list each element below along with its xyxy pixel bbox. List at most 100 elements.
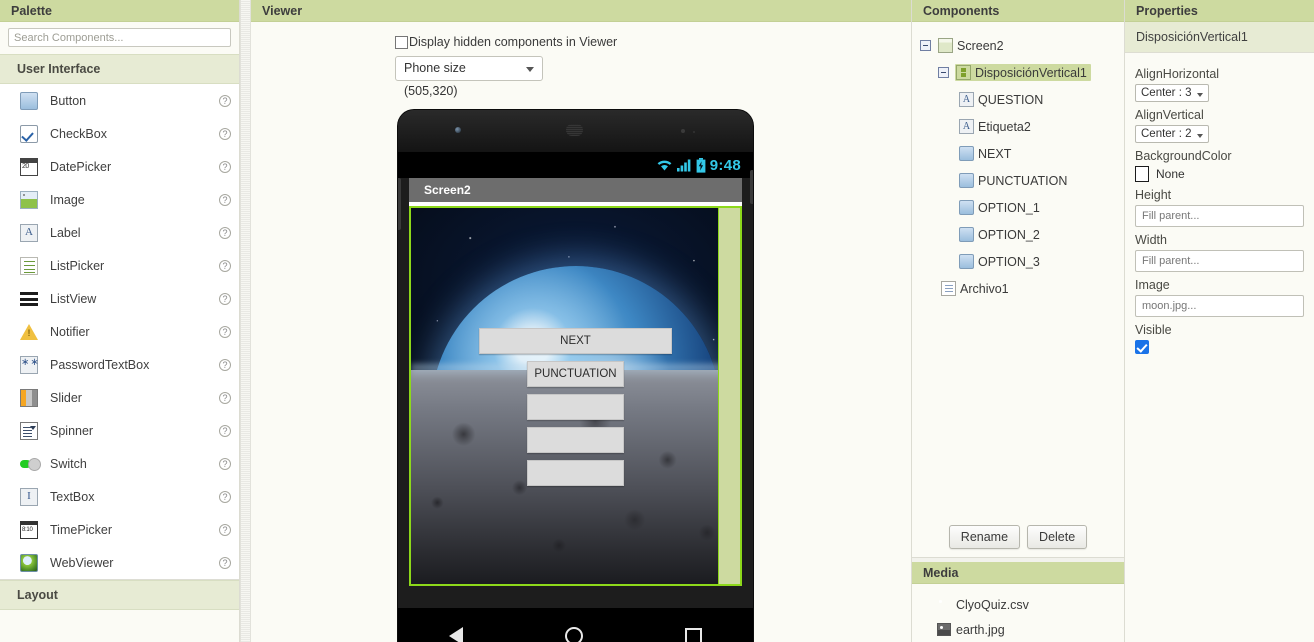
tree-node-disposicionvertical1[interactable]: DisposiciónVertical1 [912,59,1124,86]
switch-icon [20,455,41,473]
vertical-arrangement-selected[interactable]: NEXT PUNCTUATION [409,206,742,586]
help-icon[interactable]: ? [219,226,231,239]
tree-node-archivo1[interactable]: Archivo1 [912,275,1124,302]
palette-item-checkbox[interactable]: CheckBox ? [0,117,239,150]
listview-icon [20,290,38,308]
help-icon[interactable]: ? [219,127,231,140]
notifier-icon [20,323,38,341]
tree-node-option-2[interactable]: OPTION_2 [912,221,1124,248]
timepicker-icon [20,520,38,539]
palette-item-timepicker[interactable]: TimePicker ? [0,513,239,546]
help-icon[interactable]: ? [219,325,231,338]
help-icon[interactable]: ? [219,556,231,569]
viewer-button-option-3[interactable] [527,460,624,486]
media-list: ClyoQuiz.csv earth.jpg [912,584,1124,642]
screen-icon [938,38,953,53]
tree-node-label: QUESTION [978,92,1044,107]
display-hidden-components-checkbox[interactable] [395,35,408,49]
display-hidden-components-row[interactable]: Display hidden components in Viewer [395,35,617,49]
screen-canvas[interactable]: NEXT PUNCTUATION [409,202,742,586]
palette-item-datepicker[interactable]: DatePicker ? [0,150,239,183]
help-icon[interactable]: ? [219,193,231,206]
help-icon[interactable]: ? [219,259,231,272]
viewer-scrollbar[interactable] [718,208,740,584]
backgroundcolor-value: None [1156,167,1185,181]
tree-node-screen2[interactable]: Screen2 [912,32,1124,59]
tree-node-etiqueta2[interactable]: Etiqueta2 [912,113,1124,140]
search-input[interactable] [8,28,231,47]
help-icon[interactable]: ? [219,160,231,173]
rename-button[interactable]: Rename [948,524,1021,549]
listpicker-icon [20,256,38,275]
earpiece-speaker-icon [566,124,583,136]
collapse-toggle-icon[interactable] [938,67,949,78]
tree-node-question[interactable]: QUESTION [912,86,1124,113]
palette-section-user-interface[interactable]: User Interface [0,54,239,84]
phone-volume-button [398,178,401,230]
image-input[interactable] [1135,295,1304,317]
tree-node-label: PUNCTUATION [978,173,1068,188]
tree-node-label: OPTION_3 [978,254,1040,269]
phone-size-select[interactable]: Phone size (505,320) [395,56,543,98]
viewer-button-option-1[interactable] [527,394,624,420]
palette-item-notifier[interactable]: Notifier ? [0,315,239,348]
help-icon[interactable]: ? [219,94,231,107]
palette-item-label[interactable]: Label ? [0,216,239,249]
palette-item-label: Switch [50,456,87,471]
recents-icon[interactable] [685,627,702,642]
help-icon[interactable]: ? [219,490,231,503]
palette-item-slider[interactable]: Slider ? [0,381,239,414]
palette-item-textbox[interactable]: TextBox ? [0,480,239,513]
display-hidden-components-label: Display hidden components in Viewer [409,35,618,49]
help-icon[interactable]: ? [219,391,231,404]
media-item-csv[interactable]: ClyoQuiz.csv [912,592,1124,617]
palette-item-listpicker[interactable]: ListPicker ? [0,249,239,282]
palette-item-button[interactable]: Button ? [0,84,239,117]
palette-item-label: Notifier [50,324,90,339]
home-icon[interactable] [565,627,583,642]
media-item-image[interactable]: earth.jpg [912,617,1124,642]
height-input[interactable] [1135,205,1304,227]
help-icon[interactable]: ? [219,424,231,437]
palette-item-label: Image [50,192,85,207]
palette-item-label: DatePicker [50,159,112,174]
tree-node-punctuation[interactable]: PUNCTUATION [912,167,1124,194]
palette-item-listview[interactable]: ListView ? [0,282,239,315]
palette-item-image[interactable]: Image ? [0,183,239,216]
media-panel: Media ClyoQuiz.csv earth.jpg [912,558,1124,642]
tree-node-next[interactable]: NEXT [912,140,1124,167]
help-icon[interactable]: ? [219,292,231,305]
help-icon[interactable]: ? [219,358,231,371]
viewer-button-option-2[interactable] [527,427,624,453]
palette-item-passwordtextbox[interactable]: PasswordTextBox ? [0,348,239,381]
tree-node-option-1[interactable]: OPTION_1 [912,194,1124,221]
palette-item-label: Button [50,93,87,108]
palette-section-layout[interactable]: Layout [0,580,239,610]
phone-size-value: Phone size (505,320) [404,61,466,98]
visible-checkbox[interactable] [1135,340,1149,354]
back-icon[interactable] [449,627,463,642]
components-header: Components [912,0,1124,22]
chevron-down-icon [526,67,534,72]
alignhorizontal-select[interactable]: Center : 3 [1135,84,1209,102]
vertical-arrangement-icon [956,65,971,80]
backgroundcolor-picker[interactable]: None [1135,166,1304,182]
palette-item-label: Spinner [50,423,94,438]
viewer-button-next[interactable]: NEXT [479,328,672,354]
viewer-body: Display hidden components in Viewer Phon… [251,22,911,642]
tree-node-option-3[interactable]: OPTION_3 [912,248,1124,275]
viewer-button-punctuation[interactable]: PUNCTUATION [527,361,624,387]
help-icon[interactable]: ? [219,457,231,470]
palette-item-spinner[interactable]: Spinner ? [0,414,239,447]
palette-item-webviewer[interactable]: WebViewer ? [0,546,239,579]
width-input[interactable] [1135,250,1304,272]
properties-panel: Properties DisposiciónVertical1 AlignHor… [1125,0,1314,642]
tree-node-label: NEXT [978,146,1012,161]
delete-button[interactable]: Delete [1027,524,1088,549]
button-stack: NEXT PUNCTUATION [411,328,740,493]
wifi-icon [657,160,672,171]
collapse-toggle-icon[interactable] [920,40,931,51]
help-icon[interactable]: ? [219,523,231,536]
palette-item-switch[interactable]: Switch ? [0,447,239,480]
alignvertical-select[interactable]: Center : 2 [1135,125,1209,143]
